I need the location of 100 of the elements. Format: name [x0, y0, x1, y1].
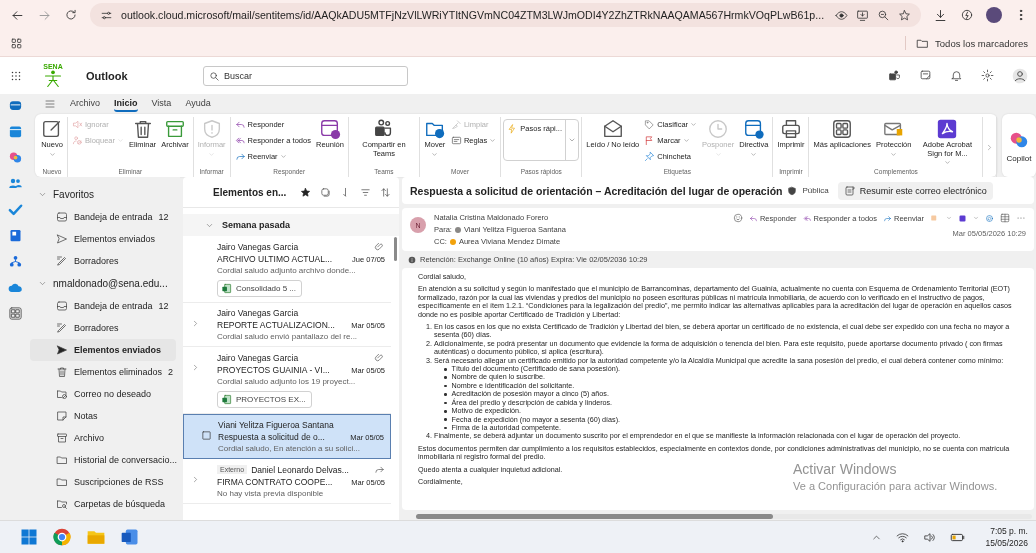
app-icon[interactable]	[958, 213, 967, 223]
ribbon-tab[interactable]: Vista	[151, 95, 172, 112]
folder-item[interactable]: Elementos enviados	[30, 339, 176, 361]
mail-icon[interactable]	[7, 98, 23, 113]
folder-item[interactable]: Notas	[30, 405, 176, 427]
bullet-icon	[444, 410, 447, 413]
install-icon[interactable]	[856, 8, 869, 22]
folder-item[interactable]: Borradores	[30, 317, 176, 339]
settings-icon[interactable]	[981, 69, 994, 82]
browser-icon[interactable]	[52, 527, 72, 547]
bullet-icon	[444, 401, 447, 405]
reply-all-icon	[234, 135, 246, 146]
wifi-icon[interactable]	[896, 530, 910, 544]
unread-count: 12	[158, 212, 169, 222]
table-icon[interactable]	[1000, 213, 1010, 223]
reload-icon[interactable]	[64, 8, 78, 22]
ribbon-tab[interactable]: Archivo	[70, 95, 100, 112]
clock[interactable]: 7:05 p. m. 15/05/2026	[985, 526, 1028, 548]
address-bar[interactable]: outlook.cloud.microsoft/mail/sentitems/id/AAQkADU5MTFjNzVlLWRiYTItNGVmNC04ZTM3LWJmODI4Y2ZhZTRkNAAQAMA567HrmkVOqPLwB61p...	[90, 3, 921, 27]
sender-name: Jairo Vanegas Garcia	[217, 241, 300, 252]
emoji-icon[interactable]	[732, 213, 743, 223]
notes-icon[interactable]	[919, 69, 932, 82]
caret-icon	[431, 150, 439, 158]
word-icon[interactable]	[120, 527, 140, 547]
chevron-icon	[38, 190, 47, 199]
copilot-icon[interactable]	[7, 150, 23, 165]
caret-icon	[568, 136, 577, 144]
app-launcher-icon[interactable]	[10, 69, 22, 82]
select-icon[interactable]	[320, 186, 331, 198]
star-icon[interactable]	[898, 8, 911, 22]
printer-icon	[779, 118, 802, 140]
reply-all-icon	[802, 213, 812, 223]
folder-item[interactable]: Correo no deseado	[30, 383, 176, 405]
profile-avatar[interactable]	[986, 7, 1002, 23]
bookmarks-link[interactable]: Todos los marcadores	[935, 37, 1028, 49]
unread-count: 2	[168, 367, 174, 377]
checkmark-icon[interactable]	[7, 202, 23, 217]
reply-icon	[234, 119, 246, 130]
search-field[interactable]: Buscar	[203, 65, 408, 86]
folder-icon	[56, 454, 68, 466]
summary-icon	[843, 184, 856, 197]
summarize-button[interactable]: Resumir este correo electrónico	[837, 181, 993, 200]
org-chart-icon[interactable]	[7, 254, 23, 269]
performance-icon[interactable]	[960, 8, 974, 22]
email-subject: Respuesta a solicitud de orientación – Acreditación del lugar de operación	[410, 184, 783, 197]
sort-icon[interactable]	[380, 186, 391, 198]
checkbox-icon[interactable]	[201, 430, 212, 441]
apps-icon[interactable]	[7, 306, 23, 321]
person-icon[interactable]	[1012, 67, 1028, 84]
caret-icon	[946, 215, 952, 221]
folder-item[interactable]: Archivo	[30, 427, 176, 449]
paperclip-icon	[374, 352, 385, 363]
folder-item[interactable]: Bandeja de entrada 12	[30, 295, 176, 317]
folder-item[interactable]: Elementos eliminados 2	[30, 361, 176, 383]
caret-icon	[489, 137, 497, 144]
info-icon	[408, 255, 416, 264]
folder-item[interactable]: Suscripciones de RSS	[30, 471, 176, 493]
windows-logo-icon[interactable]	[20, 528, 38, 546]
message-preview: Cordial saludo adjunto archivo donde...	[217, 266, 357, 275]
folder-item[interactable]: Historial de conversacio...	[30, 449, 176, 471]
attachment-chip[interactable]: Consolidado 5 ...	[217, 280, 303, 297]
caret-icon	[279, 153, 287, 160]
zoom-icon[interactable]	[877, 8, 890, 22]
folder-section-header[interactable]: nmaldonado@sena.edu...	[30, 272, 180, 295]
folder-item[interactable]: Bandeja de entrada 12	[30, 206, 176, 228]
star-icon[interactable]	[300, 186, 311, 198]
message-preview: No hay vista previa disponible	[217, 489, 325, 498]
attachment-chip[interactable]: PROYECTOS EX...	[217, 391, 312, 408]
download-icon[interactable]	[933, 7, 948, 23]
calendar-reply-icon	[318, 118, 341, 140]
apps-grid-icon[interactable]	[10, 36, 23, 50]
scrollbar	[394, 237, 397, 261]
activation-message: Ve a Configuración para activar Windows.	[793, 480, 998, 492]
inbox-icon	[56, 211, 68, 223]
bullet-icon	[444, 384, 447, 388]
forward-icon	[234, 151, 246, 162]
eye-icon[interactable]	[835, 8, 848, 22]
clock-icon	[707, 118, 730, 140]
message-subject: ARCHIVO ULTIMO ACTUAL...	[217, 254, 334, 264]
folder-item[interactable]: Carpetas de búsqueda	[30, 493, 176, 515]
forward-icon	[883, 213, 892, 223]
group-header[interactable]: Semana pasada	[183, 214, 399, 236]
people-icon[interactable]	[7, 176, 23, 191]
copilot-button[interactable]: Copilot	[1002, 114, 1036, 177]
envelope-icon	[601, 118, 624, 140]
filter-icon[interactable]	[360, 186, 371, 198]
folder-section-header[interactable]: Favoritos	[30, 183, 180, 206]
loop-icon[interactable]	[985, 213, 994, 223]
speaker-icon[interactable]	[923, 530, 937, 544]
search-folder-icon	[56, 498, 68, 510]
folder-item[interactable]: Elementos enviados	[30, 228, 176, 250]
folder-item[interactable]: Borradores	[30, 250, 176, 272]
app-name: Outlook	[86, 69, 129, 82]
archive-icon	[163, 118, 186, 140]
bell-icon[interactable]	[950, 69, 963, 82]
archive-icon	[56, 432, 68, 444]
calendar-icon[interactable]	[7, 124, 23, 139]
ribbon-tab[interactable]: Ayuda	[185, 95, 211, 112]
pdf-icon	[936, 118, 959, 140]
ribbon-tab[interactable]: Inicio	[114, 95, 138, 112]
